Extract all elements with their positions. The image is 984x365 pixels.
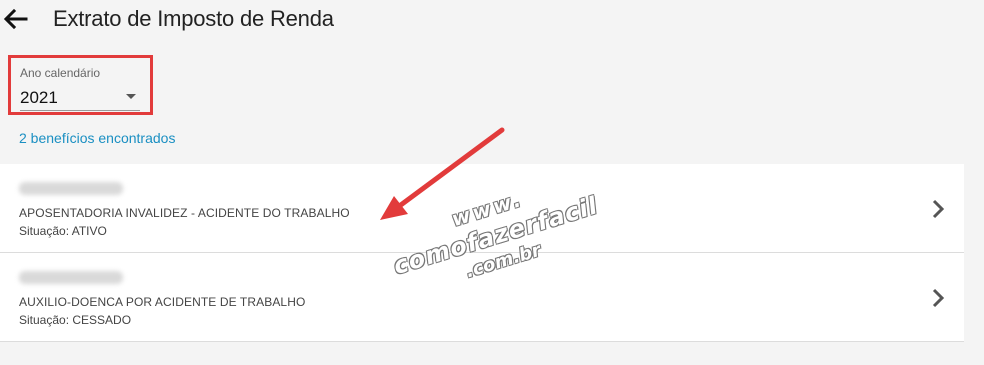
benefit-status: Situação: CESSADO [19,313,132,327]
year-filter-label: Ano calendário [20,66,101,80]
chevron-right-icon [932,199,945,219]
benefit-status: Situação: ATIVO [19,224,107,238]
benefit-item[interactable]: APOSENTADORIA INVALIDEZ - ACIDENTE DO TR… [0,164,964,253]
year-filter: Ano calendário 2021 [8,55,153,115]
caret-down-icon [126,94,136,99]
results-count: 2 benefícios encontrados [19,130,176,146]
blurred-benefit-number [19,271,123,284]
arrow-left-icon[interactable] [2,6,28,32]
header: Extrato de Imposto de Renda [0,0,984,40]
blurred-benefit-number [19,182,123,195]
year-select[interactable]: 2021 [20,85,140,111]
benefit-item[interactable]: AUXILIO-DOENCA POR ACIDENTE DE TRABALHO … [0,253,964,342]
year-select-value: 2021 [20,88,58,107]
page-title: Extrato de Imposto de Renda [53,6,334,31]
benefit-list: APOSENTADORIA INVALIDEZ - ACIDENTE DO TR… [0,164,964,342]
chevron-right-icon [932,288,945,308]
benefit-title: AUXILIO-DOENCA POR ACIDENTE DE TRABALHO [19,295,306,309]
benefit-title: APOSENTADORIA INVALIDEZ - ACIDENTE DO TR… [19,206,350,220]
